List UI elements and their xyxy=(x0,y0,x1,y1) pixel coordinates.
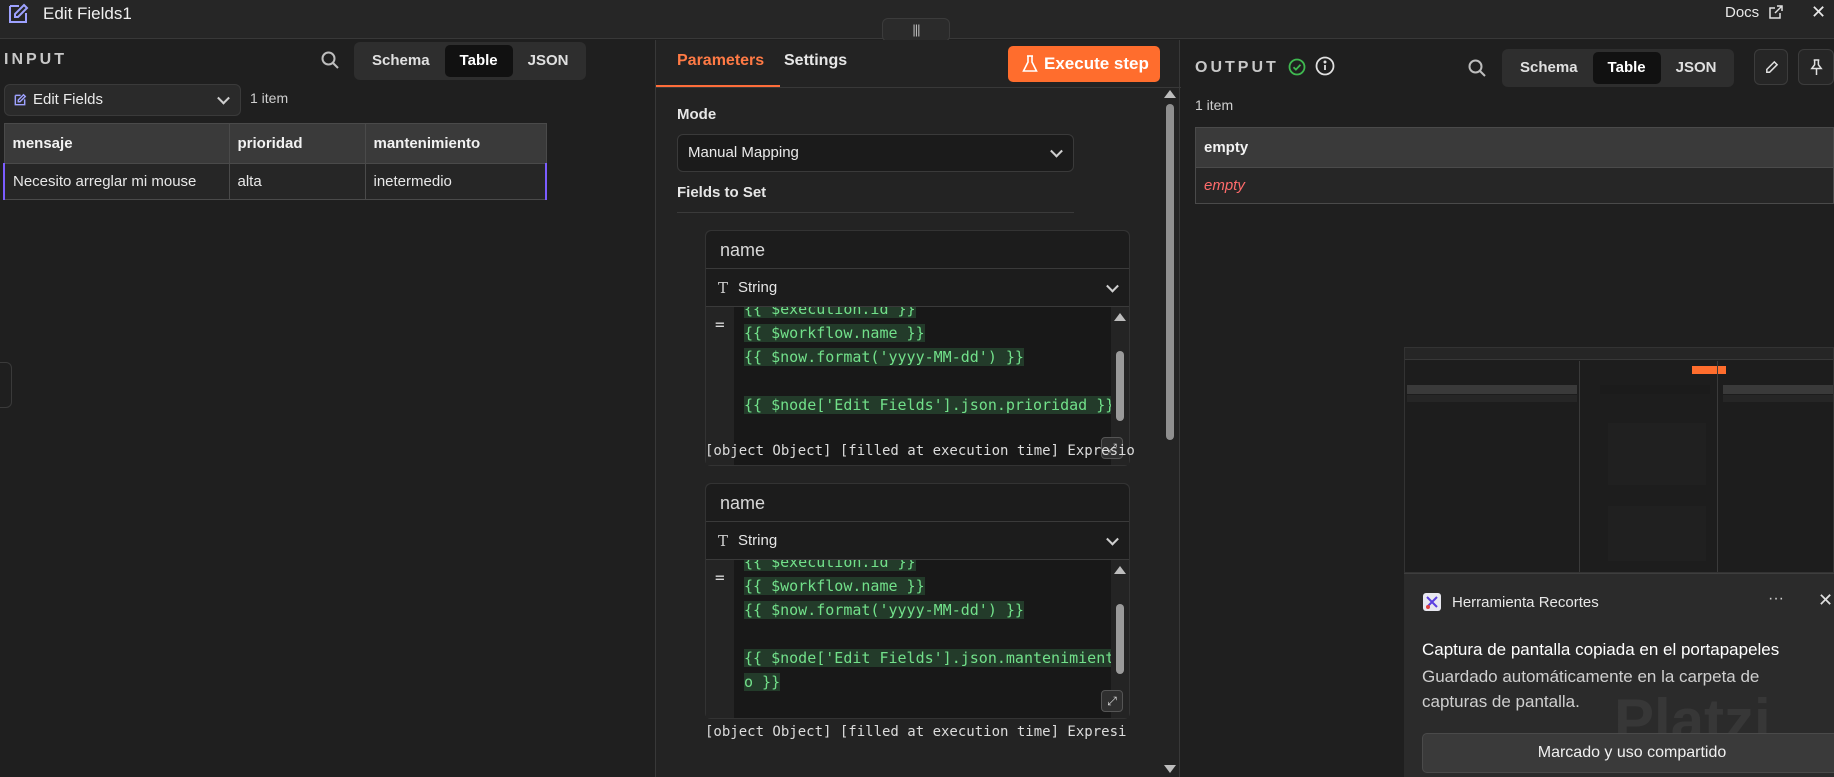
snipping-tool-icon xyxy=(1423,593,1441,611)
field-type-select[interactable]: T String xyxy=(706,522,1129,560)
output-view-switch: Schema Table JSON xyxy=(1502,49,1735,87)
close-icon[interactable]: ✕ xyxy=(1811,2,1826,23)
chevron-down-icon xyxy=(1106,532,1119,546)
code-line: o }} xyxy=(744,673,781,691)
mode-select[interactable]: Manual Mapping xyxy=(677,134,1074,172)
input-table: mensaje prioridad mantenimiento Necesito… xyxy=(3,123,547,200)
tab-schema[interactable]: Schema xyxy=(1505,52,1593,84)
input-node-select[interactable]: Edit Fields xyxy=(4,84,241,116)
screenshot-preview-thumbnail[interactable] xyxy=(1404,347,1834,573)
column-header[interactable]: empty xyxy=(1195,127,1834,168)
notification-body: Guardado automáticamente en la carpeta d… xyxy=(1422,667,1760,711)
execute-step-button[interactable]: Execute step xyxy=(1008,46,1160,82)
field-type-select[interactable]: T String xyxy=(706,269,1129,307)
edit-icon xyxy=(14,93,27,106)
search-icon[interactable] xyxy=(320,50,340,70)
chevron-down-icon xyxy=(1106,279,1119,293)
chevron-down-icon xyxy=(217,91,230,105)
edit-output-button[interactable] xyxy=(1754,49,1788,85)
code-line: {{ $execution.id }} xyxy=(744,307,916,318)
table-cell[interactable]: empty xyxy=(1195,167,1834,204)
code-line: {{ $node['Edit Fields'].json.mantenimien… xyxy=(744,649,1115,667)
fields-to-set-label: Fields to Set xyxy=(677,184,767,201)
expression-result-hint: [object Object] [filled at execution tim… xyxy=(705,724,1127,740)
field-type-value: String xyxy=(738,532,778,549)
field-assignment: name T String = {{ $execution.id }} {{ $… xyxy=(705,230,1130,466)
pin-data-button[interactable] xyxy=(1798,49,1834,85)
execute-step-label: Execute step xyxy=(1044,54,1149,73)
table-cell[interactable]: inetermedio xyxy=(364,163,547,200)
output-item-count: 1 item xyxy=(1195,97,1234,113)
column-header[interactable]: mantenimiento xyxy=(364,123,547,164)
field-name-input[interactable]: name xyxy=(706,231,1129,269)
expression-equals-icon: = xyxy=(715,315,725,334)
pin-icon xyxy=(1810,59,1823,75)
code-line: {{ $workflow.name }} xyxy=(744,577,925,595)
input-label: INPUT xyxy=(4,51,67,68)
parameters-panel: Parameters Settings Execute step Mode Ma… xyxy=(655,40,1181,777)
close-icon[interactable]: ✕ xyxy=(1818,590,1833,611)
expression-editor[interactable]: = {{ $execution.id }} {{ $workflow.name … xyxy=(706,560,1129,718)
info-icon[interactable] xyxy=(1315,56,1335,76)
column-header[interactable]: mensaje xyxy=(3,123,230,164)
tab-settings[interactable]: Settings xyxy=(784,52,847,70)
tab-table[interactable]: Table xyxy=(1592,52,1661,84)
expression-editor[interactable]: = {{ $execution.id }} {{ $workflow.name … xyxy=(706,307,1129,465)
docs-link[interactable]: Docs xyxy=(1725,4,1759,21)
pencil-icon xyxy=(1766,60,1779,73)
code-line: {{ $workflow.name }} xyxy=(744,324,925,342)
mode-label: Mode xyxy=(677,106,717,123)
string-type-icon: T xyxy=(718,532,729,550)
code-line: {{ $now.format('yyyy-MM-dd') }} xyxy=(744,601,1024,619)
expression-result-hint: [object Object] [filled at execution tim… xyxy=(705,443,1135,459)
divider xyxy=(677,212,1074,213)
markup-share-button[interactable]: Marcado y uso compartido xyxy=(1422,733,1834,773)
expand-editor-icon[interactable]: ⤢ xyxy=(1101,690,1123,712)
code-line: {{ $execution.id }} xyxy=(744,560,916,571)
tab-table[interactable]: Table xyxy=(444,45,513,77)
success-check-icon xyxy=(1288,58,1306,76)
snipping-tool-notification[interactable]: Herramienta Recortes ··· ✕ Platzi Captur… xyxy=(1404,573,1834,777)
code-line: {{ $now.format('yyyy-MM-dd') }} xyxy=(744,348,1024,366)
divider xyxy=(656,87,1181,88)
search-icon[interactable] xyxy=(1467,58,1487,78)
expression-equals-icon: = xyxy=(715,568,725,587)
field-type-value: String xyxy=(738,279,778,296)
side-panel-handle[interactable] xyxy=(0,362,12,408)
input-panel: INPUT Schema Table JSON Edit Fields 1 it… xyxy=(0,40,654,777)
notification-app-name: Herramienta Recortes xyxy=(1452,594,1599,611)
notification-title: Captura de pantalla copiada en el portap… xyxy=(1422,640,1780,659)
chevron-down-icon xyxy=(1050,144,1063,158)
field-assignment: name T String = {{ $execution.id }} {{ $… xyxy=(705,483,1130,719)
string-type-icon: T xyxy=(718,279,729,297)
panel-drag-handle[interactable]: ||| xyxy=(882,18,950,42)
code-line: {{ $node['Edit Fields'].json.prioridad }… xyxy=(744,396,1115,414)
mode-select-value: Manual Mapping xyxy=(688,144,799,161)
tab-json[interactable]: JSON xyxy=(1661,52,1732,84)
tab-json[interactable]: JSON xyxy=(513,45,584,77)
field-name-input[interactable]: name xyxy=(706,484,1129,522)
node-title[interactable]: Edit Fields1 xyxy=(43,4,132,24)
input-view-switch: Schema Table JSON xyxy=(354,42,587,80)
tab-parameters[interactable]: Parameters xyxy=(677,52,764,70)
table-row: empty xyxy=(1195,167,1834,204)
column-header[interactable]: prioridad xyxy=(228,123,366,164)
parameters-scrollbar[interactable] xyxy=(1160,88,1180,777)
edit-icon xyxy=(9,3,29,23)
table-cell[interactable]: Necesito arreglar mi mouse xyxy=(3,163,230,200)
table-cell[interactable]: alta xyxy=(228,163,366,200)
more-options-icon[interactable]: ··· xyxy=(1768,590,1784,608)
output-label: OUTPUT xyxy=(1195,59,1279,76)
output-table: empty empty xyxy=(1195,127,1834,204)
external-link-icon[interactable] xyxy=(1768,4,1784,20)
input-item-count: 1 item xyxy=(250,90,289,106)
tab-schema[interactable]: Schema xyxy=(357,45,445,77)
table-row: Necesito arreglar mi mouse alta ineterme… xyxy=(3,163,547,200)
flask-icon xyxy=(1022,55,1038,72)
input-node-select-value: Edit Fields xyxy=(33,91,104,108)
